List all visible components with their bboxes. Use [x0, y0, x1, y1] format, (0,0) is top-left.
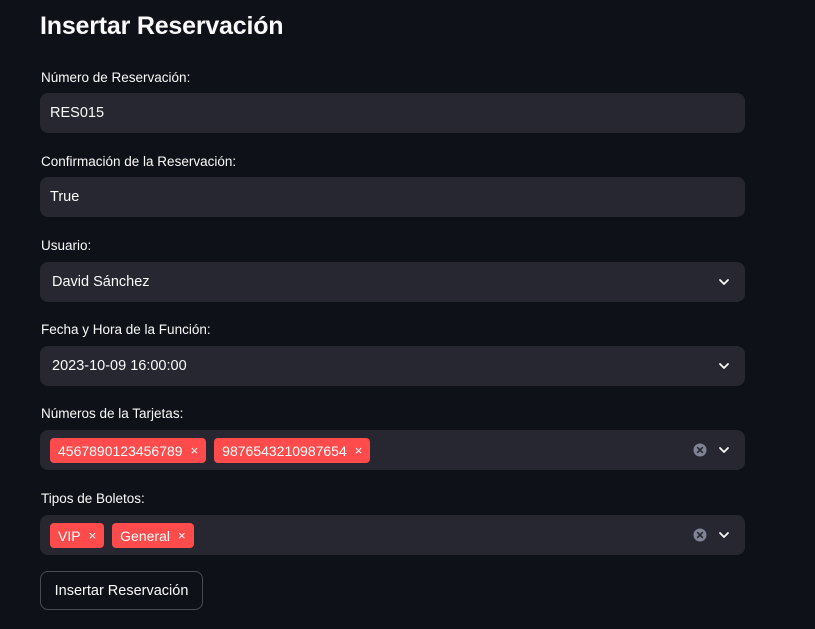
chevron-down-icon[interactable]: [717, 528, 731, 542]
ticket-type-tag: VIP ×: [50, 523, 105, 548]
chevron-down-icon[interactable]: [717, 275, 731, 289]
showtime-label: Fecha y Hora de la Función:: [41, 322, 211, 337]
card-tag-label: 4567890123456789: [58, 442, 183, 459]
ticket-types-multiselect[interactable]: VIP × General ×: [40, 515, 745, 555]
ticket-type-tag-label: VIP: [58, 527, 81, 544]
showtime-select-value: 2023-10-09 16:00:00: [52, 358, 187, 374]
insert-reservation-button[interactable]: Insertar Reservación: [40, 571, 203, 610]
remove-tag-icon[interactable]: ×: [178, 529, 186, 542]
cards-tag-list: 4567890123456789 × 9876543210987654 ×: [50, 438, 371, 463]
showtime-select[interactable]: 2023-10-09 16:00:00: [40, 346, 745, 386]
confirmation-input[interactable]: [40, 177, 745, 217]
chevron-down-icon[interactable]: [717, 443, 731, 457]
reservation-number-field-wrapper: [40, 93, 745, 133]
confirmation-label: Confirmación de la Reservación:: [41, 154, 237, 169]
ticket-type-tag-label: General: [120, 527, 170, 544]
card-tag: 9876543210987654 ×: [214, 438, 371, 463]
ticket-type-tag: General ×: [112, 523, 194, 548]
reservation-number-label: Número de Reservación:: [41, 70, 191, 85]
remove-tag-icon[interactable]: ×: [355, 444, 363, 457]
chevron-down-icon[interactable]: [717, 359, 731, 373]
clear-all-icon[interactable]: [693, 528, 707, 542]
ticket-types-label: Tipos de Boletos:: [41, 491, 145, 506]
reservation-number-input[interactable]: [40, 93, 745, 133]
user-select[interactable]: David Sánchez: [40, 262, 745, 302]
card-tag-label: 9876543210987654: [222, 442, 347, 459]
app-page: Insertar Reservación Número de Reservaci…: [0, 0, 815, 629]
cards-label: Números de la Tarjetas:: [41, 406, 184, 421]
clear-all-icon[interactable]: [693, 443, 707, 457]
remove-tag-icon[interactable]: ×: [191, 444, 199, 457]
user-select-value: David Sánchez: [52, 274, 150, 290]
card-tag: 4567890123456789 ×: [50, 438, 207, 463]
page-title: Insertar Reservación: [40, 12, 284, 40]
remove-tag-icon[interactable]: ×: [89, 529, 97, 542]
cards-multiselect[interactable]: 4567890123456789 × 9876543210987654 ×: [40, 430, 745, 470]
user-label: Usuario:: [41, 238, 92, 253]
confirmation-field-wrapper: [40, 177, 745, 217]
ticket-types-tag-list: VIP × General ×: [50, 523, 194, 548]
